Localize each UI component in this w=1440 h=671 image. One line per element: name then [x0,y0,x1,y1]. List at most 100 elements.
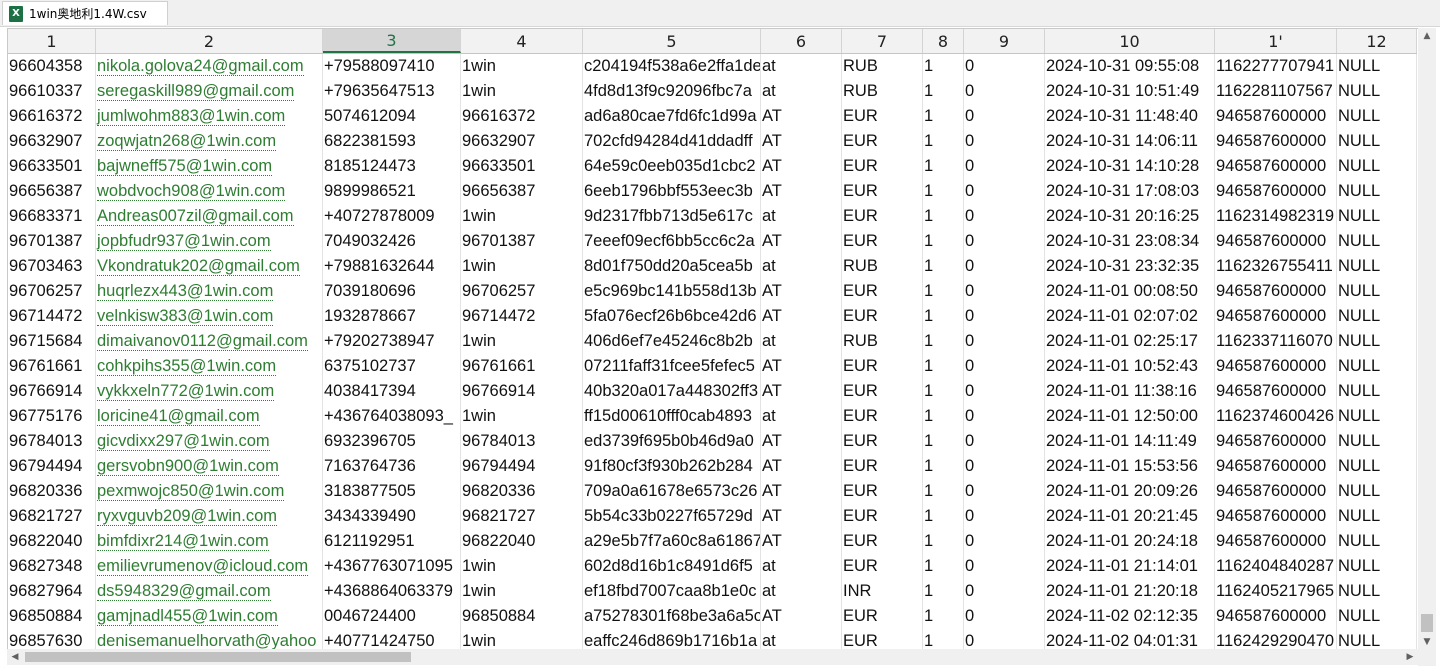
email-link[interactable]: jumlwohm883@1win.com [97,107,286,126]
table-cell[interactable]: 946587600000 [1215,379,1337,404]
table-cell[interactable]: 96633501 [8,154,96,179]
table-cell[interactable]: 96701387 [8,229,96,254]
table-cell[interactable]: 0 [964,154,1045,179]
table-cell[interactable]: 2024-11-01 20:09:26 [1045,479,1215,504]
table-cell[interactable]: 2024-10-31 20:16:25 [1045,204,1215,229]
table-cell[interactable]: ed3739f695b0b46d9a0 [583,429,761,454]
table-cell[interactable]: NULL [1337,354,1417,379]
table-cell[interactable]: 96610337 [8,79,96,104]
table-cell[interactable]: 2024-11-02 02:12:35 [1045,604,1215,629]
table-cell[interactable]: 0 [964,329,1045,354]
table-cell[interactable]: 96857630 [8,629,96,649]
table-cell[interactable]: 1162281107567 [1215,79,1337,104]
table-cell[interactable]: 0 [964,429,1045,454]
table-cell[interactable]: 406d6ef7e45246c8b2b [583,329,761,354]
table-cell[interactable]: 1 [923,154,964,179]
email-link[interactable]: loricine41@gmail.com [97,407,260,426]
table-cell[interactable]: 1win [461,204,583,229]
scroll-up-icon[interactable]: ▲ [1418,28,1436,44]
table-cell[interactable]: 96714472 [8,304,96,329]
horizontal-scroll-thumb[interactable] [25,652,411,662]
table-cell[interactable]: 6822381593 [323,129,461,154]
table-cell[interactable]: 946587600000 [1215,529,1337,554]
table-cell[interactable]: 0 [964,254,1045,279]
table-cell[interactable]: 1 [923,254,964,279]
table-cell[interactable]: 946587600000 [1215,154,1337,179]
table-cell[interactable]: 1win [461,329,583,354]
table-cell[interactable]: EUR [842,429,923,454]
table-cell[interactable]: NULL [1337,179,1417,204]
table-cell[interactable]: eaffc246d869b1716b1a [583,629,761,649]
table-cell[interactable]: 96821727 [8,504,96,529]
table-cell[interactable]: 1932878667 [323,304,461,329]
table-cell[interactable]: 96766914 [8,379,96,404]
table-cell[interactable]: 1 [923,204,964,229]
email-cell[interactable]: Vkondratuk202@gmail.com [96,254,323,279]
table-cell[interactable]: NULL [1337,454,1417,479]
table-cell[interactable]: NULL [1337,129,1417,154]
email-cell[interactable]: huqrlezx443@1win.com [96,279,323,304]
email-link[interactable]: wobdvoch908@1win.com [97,182,286,201]
table-cell[interactable]: NULL [1337,54,1417,79]
email-link[interactable]: vykkxeln772@1win.com [97,382,275,401]
table-cell[interactable]: 96822040 [8,529,96,554]
table-cell[interactable]: 2024-11-01 14:11:49 [1045,429,1215,454]
email-link[interactable]: dimaivanov0112@gmail.com [97,332,308,351]
table-cell[interactable]: 5074612094 [323,104,461,129]
table-cell[interactable]: 1162404840287 [1215,554,1337,579]
column-header[interactable]: 6 [761,29,842,53]
email-link[interactable]: pexmwojc850@1win.com [97,482,285,501]
table-cell[interactable]: 946587600000 [1215,104,1337,129]
table-cell[interactable]: at [761,579,842,604]
table-cell[interactable]: 2024-10-31 14:10:28 [1045,154,1215,179]
table-cell[interactable]: 1 [923,454,964,479]
table-cell[interactable]: 5fa076ecf26b6bce42d6 [583,304,761,329]
column-header[interactable]: 10 [1045,29,1215,53]
table-cell[interactable]: NULL [1337,529,1417,554]
table-cell[interactable]: at [761,204,842,229]
table-cell[interactable]: 946587600000 [1215,479,1337,504]
table-cell[interactable]: +40771424750 [323,629,461,649]
email-cell[interactable]: zoqwjatn268@1win.com [96,129,323,154]
table-cell[interactable]: 1162405217965 [1215,579,1337,604]
table-cell[interactable]: 6eeb1796bbf553eec3b [583,179,761,204]
table-cell[interactable]: 2024-10-31 23:08:34 [1045,229,1215,254]
email-link[interactable]: velnkisw383@1win.com [97,307,274,326]
table-cell[interactable]: AT [761,454,842,479]
table-cell[interactable]: EUR [842,354,923,379]
table-cell[interactable]: 946587600000 [1215,429,1337,454]
email-cell[interactable]: bimfdixr214@1win.com [96,529,323,554]
table-cell[interactable]: +79588097410 [323,54,461,79]
table-cell[interactable]: 96775176 [8,404,96,429]
table-cell[interactable]: NULL [1337,204,1417,229]
table-cell[interactable]: EUR [842,479,923,504]
email-cell[interactable]: loricine41@gmail.com [96,404,323,429]
table-cell[interactable]: 2024-11-01 15:53:56 [1045,454,1215,479]
horizontal-scrollbar[interactable]: ◀ ▶ [7,649,1418,665]
email-cell[interactable]: pexmwojc850@1win.com [96,479,323,504]
email-cell[interactable]: bajwneff575@1win.com [96,154,323,179]
email-link[interactable]: gicvdixx297@1win.com [97,432,270,451]
table-cell[interactable]: NULL [1337,429,1417,454]
table-cell[interactable]: AT [761,529,842,554]
table-cell[interactable]: 7049032426 [323,229,461,254]
email-link[interactable]: nikola.golova24@gmail.com [97,57,304,76]
table-cell[interactable]: 96820336 [8,479,96,504]
table-cell[interactable]: 2024-10-31 09:55:08 [1045,54,1215,79]
table-cell[interactable]: 7039180696 [323,279,461,304]
table-cell[interactable]: 946587600000 [1215,179,1337,204]
spreadsheet-grid[interactable]: 1 2 3 4 5 6 7 8 9 10 1' 12 96604358 nikola.golova24@… [7,28,1419,650]
table-cell[interactable]: 64e59c0eeb035d1cbc2 [583,154,761,179]
table-cell[interactable]: AT [761,379,842,404]
table-cell[interactable]: 96784013 [461,429,583,454]
email-cell[interactable]: cohkpihs355@1win.com [96,354,323,379]
table-cell[interactable]: 1 [923,354,964,379]
vertical-scrollbar[interactable]: ▲ ▼ [1418,28,1436,650]
table-cell[interactable]: 946587600000 [1215,304,1337,329]
table-cell[interactable]: 0 [964,179,1045,204]
email-cell[interactable]: denisemanuelhorvath@yahoo [96,629,323,649]
table-cell[interactable]: 709a0a61678e6573c26 [583,479,761,504]
table-cell[interactable]: 2024-11-01 20:24:18 [1045,529,1215,554]
table-cell[interactable]: 946587600000 [1215,279,1337,304]
scroll-down-icon[interactable]: ▼ [1418,634,1436,650]
